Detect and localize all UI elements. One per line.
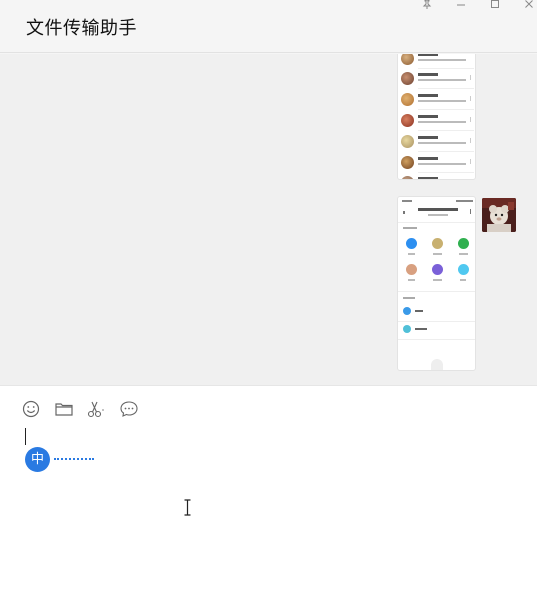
emoji-button[interactable]: [21, 399, 41, 419]
folder-icon: [55, 403, 73, 416]
list-item: [401, 132, 474, 152]
scissors-icon: [87, 401, 104, 418]
close-icon[interactable]: [519, 0, 537, 10]
list-item: [401, 54, 474, 69]
ime-composition-underline: [54, 458, 94, 460]
image-message[interactable]: [397, 196, 476, 371]
message-text-input[interactable]: [25, 428, 515, 578]
pin-icon[interactable]: [417, 0, 437, 10]
ime-indicator[interactable]: 中: [25, 447, 50, 472]
screenshot-button[interactable]: [86, 399, 106, 419]
message-list[interactable]: [0, 54, 537, 385]
minimize-icon[interactable]: [451, 0, 471, 10]
list-item: [401, 90, 474, 110]
maximize-icon[interactable]: [485, 0, 505, 10]
list-item: [401, 111, 474, 131]
screenshot-header: [398, 205, 475, 223]
message-input-area[interactable]: 中: [0, 385, 537, 598]
chat-title: 文件传输助手: [26, 18, 137, 39]
title-bar: 文件传输助手: [0, 0, 537, 53]
avatar[interactable]: [482, 198, 516, 232]
list-item: [401, 69, 474, 89]
image-message[interactable]: [397, 54, 476, 180]
list-item: [401, 173, 474, 179]
smiley-icon: [22, 400, 40, 418]
file-button[interactable]: [54, 399, 74, 419]
speech-bubble-icon: [120, 401, 138, 417]
i-beam-cursor-icon: [183, 499, 192, 516]
status-bar: [398, 197, 475, 205]
chat-history-button[interactable]: [119, 399, 139, 419]
list-item: [401, 153, 474, 173]
